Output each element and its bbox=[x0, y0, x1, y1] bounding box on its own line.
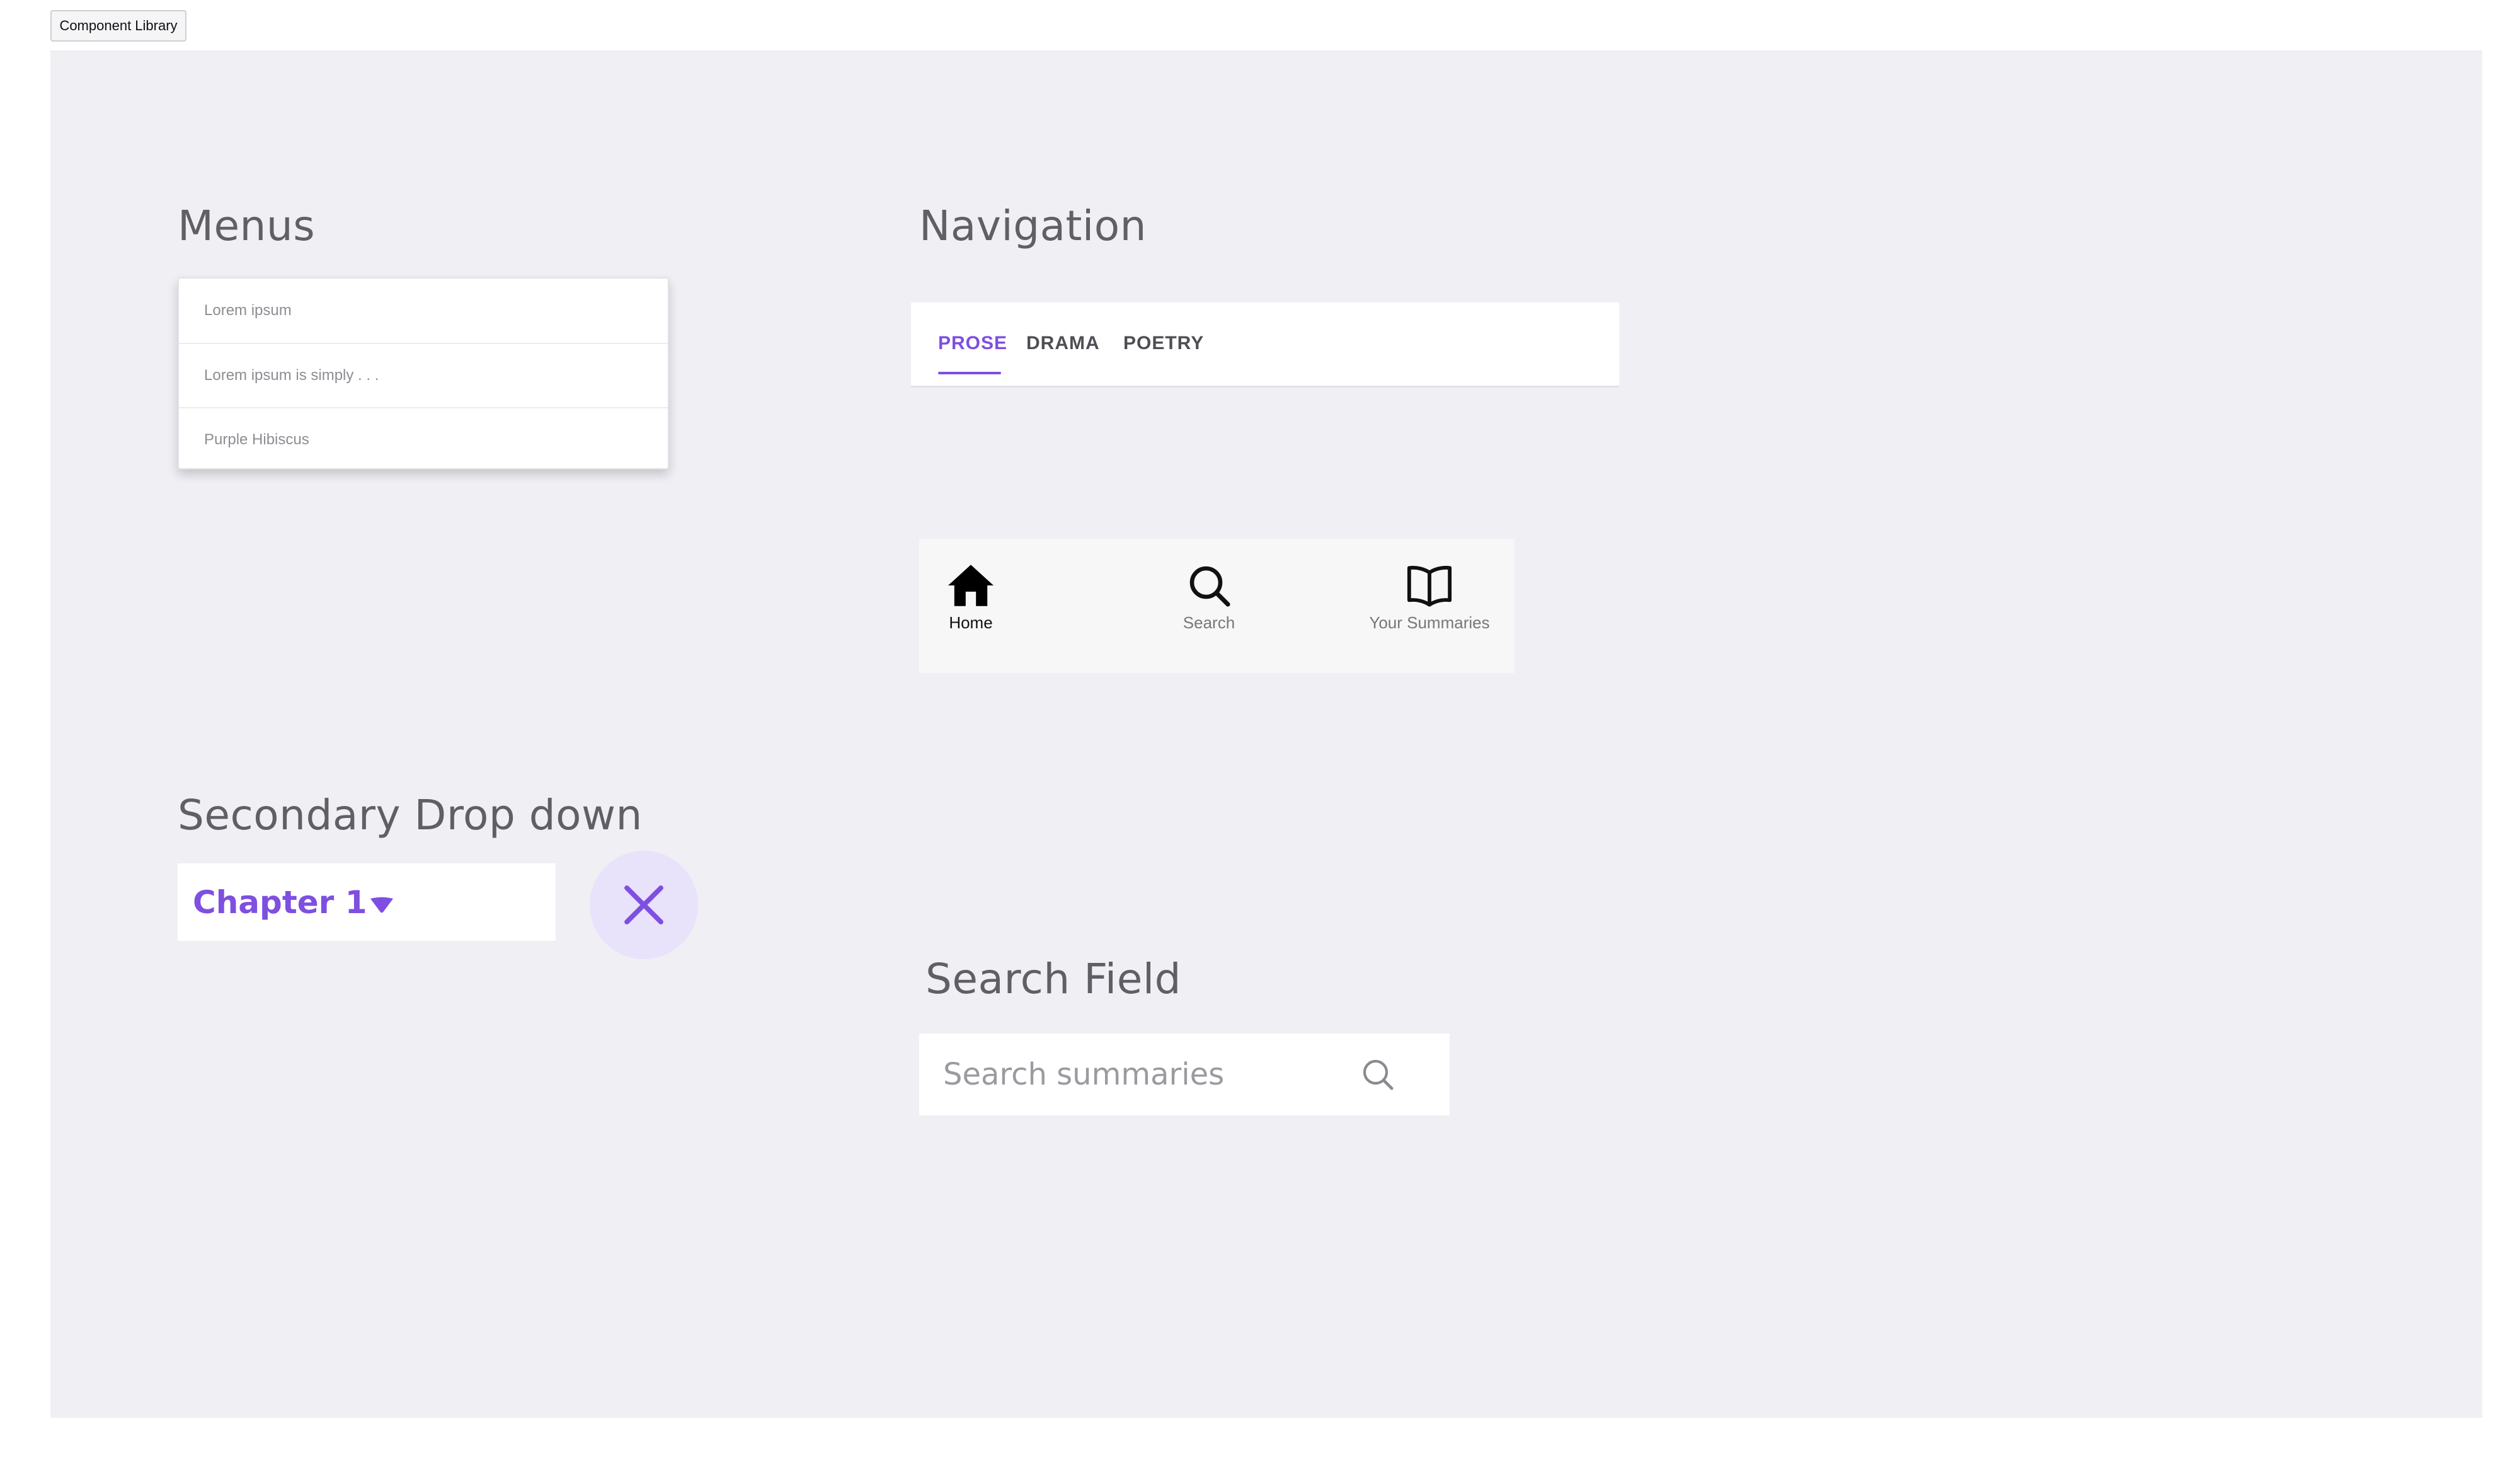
nav-item-your-summaries[interactable]: Your Summaries bbox=[1360, 539, 1499, 673]
page-root: Component Library Menus Lorem ipsum Lore… bbox=[0, 0, 2520, 1462]
navigation-section-title: Navigation bbox=[919, 202, 1147, 250]
search-field-icon-wrap[interactable] bbox=[1360, 1057, 1395, 1095]
chapter-dropdown[interactable]: Chapter 1 bbox=[178, 863, 556, 941]
search-input[interactable] bbox=[942, 1056, 1348, 1093]
page-label[interactable]: Component Library bbox=[50, 10, 186, 42]
home-icon bbox=[948, 565, 994, 606]
tab-prose[interactable]: PROSE bbox=[938, 333, 1007, 354]
search-field bbox=[919, 1033, 1450, 1115]
dropdown-selected-value: Chapter 1 bbox=[193, 884, 367, 921]
active-tab-indicator bbox=[938, 372, 1001, 374]
close-icon bbox=[624, 885, 663, 924]
tab-bar: PROSE DRAMA POETRY bbox=[911, 302, 1619, 388]
nav-label-search: Search bbox=[1183, 613, 1235, 632]
search-icon bbox=[1189, 566, 1230, 607]
menu-item[interactable]: Lorem ipsum is simply . . . bbox=[179, 343, 668, 407]
nav-item-search[interactable]: Search bbox=[1159, 539, 1259, 673]
component-canvas: Menus Lorem ipsum Lorem ipsum is simply … bbox=[50, 50, 2482, 1418]
search-section-title: Search Field bbox=[925, 955, 1182, 1003]
nav-item-home[interactable]: Home bbox=[919, 539, 1022, 673]
nav-label-your-summaries: Your Summaries bbox=[1369, 613, 1490, 632]
nav-label-home: Home bbox=[949, 613, 993, 632]
book-icon bbox=[1407, 565, 1452, 607]
bottom-navigation: Home Search Your Summaries bbox=[919, 539, 1515, 673]
menus-section-title: Menus bbox=[178, 202, 316, 250]
menu-item[interactable]: Purple Hibiscus bbox=[179, 407, 668, 471]
tab-drama[interactable]: DRAMA bbox=[1026, 333, 1100, 354]
menu-card: Lorem ipsum Lorem ipsum is simply . . . … bbox=[178, 277, 669, 469]
search-icon bbox=[1363, 1059, 1394, 1090]
menu-item[interactable]: Lorem ipsum bbox=[179, 279, 668, 343]
close-button[interactable] bbox=[590, 851, 698, 959]
caret-down-icon bbox=[370, 897, 393, 913]
dropdown-section-title: Secondary Drop down bbox=[178, 791, 643, 839]
tab-poetry[interactable]: POETRY bbox=[1123, 333, 1204, 354]
